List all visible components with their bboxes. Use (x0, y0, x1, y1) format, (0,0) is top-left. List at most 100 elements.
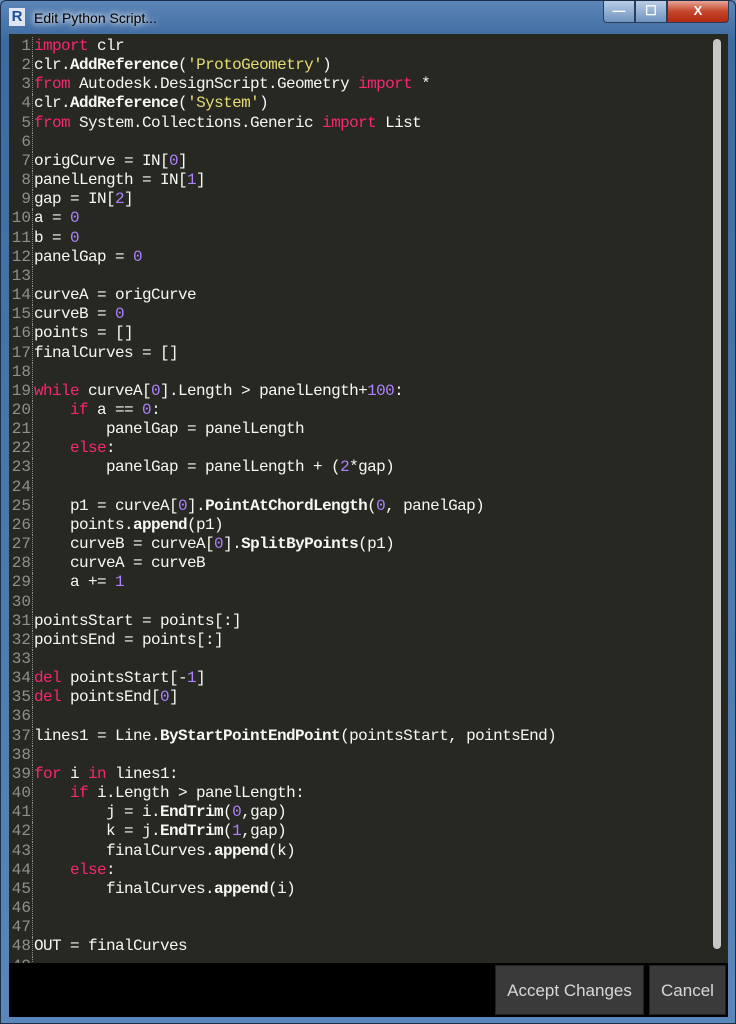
code-token: panelLength = IN[ (34, 171, 188, 190)
code-line[interactable]: 32 pointsEnd = points[:] (9, 630, 728, 650)
revit-app-icon: R (9, 8, 25, 26)
code-token: for (34, 764, 62, 783)
maximize-button[interactable]: ☐ (635, 1, 667, 23)
code-line[interactable]: 7 origCurve = IN[0] (9, 151, 728, 172)
code-token: Autodesk.DesignScript.Geometry (70, 75, 359, 94)
code-line[interactable]: 21 panelGap = panelLength (9, 420, 728, 440)
code-token: points = [] (34, 324, 134, 343)
code-line[interactable]: 11 b = 0 (9, 228, 728, 248)
code-token: while (34, 381, 80, 400)
code-token: in (88, 764, 107, 783)
code-token: points. (34, 515, 134, 534)
line-number: 31 (9, 611, 33, 631)
code-line[interactable]: 4 clr.AddReference('System') (9, 94, 728, 114)
code-line[interactable]: 26 points.append(p1) (9, 515, 728, 536)
code-line[interactable]: 6 (9, 132, 728, 152)
code-token: 1 (232, 822, 242, 841)
code-line[interactable]: 1 import clr (9, 37, 728, 57)
code-token: : (394, 381, 404, 400)
code-token: lines1 = Line. (34, 726, 161, 745)
code-line[interactable]: 43 finalCurves.append(k) (9, 841, 728, 861)
title-bar[interactable]: R Edit Python Script... — ☐ X (1, 1, 735, 33)
code-token: ] (178, 151, 188, 170)
code-token: AddReference (70, 56, 179, 75)
code-line[interactable]: 12 panelGap = 0 (9, 247, 728, 267)
code-line[interactable]: 8 panelLength = IN[1] (9, 171, 728, 191)
line-number: 13 (9, 266, 33, 287)
code-line[interactable]: 34 del pointsStart[-1] (9, 669, 728, 689)
code-line[interactable]: 19 while curveA[0].Length > panelLength+1… (9, 381, 728, 401)
code-token: ,gap) (241, 803, 287, 822)
code-line[interactable]: 24 (9, 477, 728, 497)
code-line[interactable]: 33 (9, 650, 728, 670)
code-text: del pointsEnd[0] (34, 688, 179, 707)
code-line[interactable]: 30 (9, 592, 728, 612)
line-number: 9 (9, 190, 33, 210)
code-token: curveB = curveA[ (34, 535, 215, 554)
code-line[interactable]: 3 from Autodesk.DesignScript.Geometry imp… (9, 75, 728, 95)
code-line[interactable]: 10 a = 0 (9, 209, 728, 229)
code-line[interactable]: 37 lines1 = Line.ByStartPointEndPoint(poi… (9, 726, 728, 746)
code-token: ] (196, 171, 206, 190)
code-text: finalCurves.append(i) (34, 880, 296, 899)
code-token: ) (322, 56, 332, 75)
code-text: else: (34, 439, 116, 458)
code-line[interactable]: 13 (9, 266, 728, 287)
minimize-button[interactable]: — (603, 1, 635, 23)
code-text: else: (34, 861, 116, 880)
code-line[interactable]: 17 finalCurves = [] (9, 343, 728, 363)
vertical-scrollbar[interactable] (713, 39, 721, 949)
code-line[interactable]: 35 del pointsEnd[0] (9, 688, 728, 708)
code-line[interactable]: 29 a += 1 (9, 573, 728, 593)
code-line[interactable]: 16 points = [] (9, 324, 728, 344)
code-token: append (214, 841, 269, 860)
code-line[interactable]: 20 if a == 0: (9, 400, 728, 421)
code-line[interactable]: 31 pointsStart = points[:] (9, 611, 728, 631)
code-token: if (70, 784, 89, 803)
code-line[interactable]: 39 for i in lines1: (9, 764, 728, 785)
code-line[interactable]: 41 j = i.EndTrim(0,gap) (9, 803, 728, 823)
code-text: j = i.EndTrim(0,gap) (34, 803, 287, 822)
code-token: a == (88, 400, 143, 419)
code-editor[interactable]: 1 import clr 2 clr.AddReference('ProtoGeome… (9, 34, 728, 963)
code-text: if i.Length > panelLength: (34, 784, 305, 803)
accept-changes-button[interactable]: Accept Changes (495, 965, 644, 1015)
code-token: (k) (268, 841, 296, 860)
code-line[interactable]: 28 curveA = curveB (9, 554, 728, 574)
code-token: AddReference (70, 94, 179, 113)
code-line[interactable]: 2 clr.AddReference('ProtoGeometry') (9, 56, 728, 76)
code-text: from System.Collections.Generic import L… (34, 114, 422, 133)
code-token: ( (178, 56, 188, 75)
code-line[interactable]: 23 panelGap = panelLength + (2*gap) (9, 458, 728, 478)
close-button[interactable]: X (667, 1, 729, 23)
code-line[interactable]: 38 (9, 745, 728, 765)
line-number: 7 (9, 151, 33, 172)
line-number: 44 (9, 860, 33, 880)
code-token: 1 (187, 669, 197, 688)
code-line[interactable]: 15 curveB = 0 (9, 305, 728, 325)
code-token: : (151, 400, 161, 419)
code-line[interactable]: 36 (9, 707, 728, 727)
code-line[interactable]: 46 (9, 899, 728, 919)
code-line[interactable]: 48 OUT = finalCurves (9, 937, 728, 957)
code-line[interactable]: 14 curveA = origCurve (9, 286, 728, 306)
code-line[interactable]: 22 else: (9, 439, 728, 459)
code-line[interactable]: 45 finalCurves.append(i) (9, 879, 728, 900)
code-line[interactable]: 9 gap = IN[2] (9, 190, 728, 210)
code-token: k = j. (34, 822, 161, 841)
code-line[interactable]: 42 k = j.EndTrim(1,gap) (9, 822, 728, 842)
code-line[interactable]: 47 (9, 918, 728, 938)
code-token: del (34, 669, 62, 688)
cancel-button[interactable]: Cancel (649, 965, 726, 1015)
code-line[interactable]: 27 curveB = curveA[0].SplitByPoints(p1) (9, 535, 728, 555)
code-line[interactable]: 25 p1 = curveA[0].PointAtChordLength(0, … (9, 496, 728, 516)
code-text: pointsStart = points[:] (34, 612, 242, 631)
code-text: for i in lines1: (34, 764, 179, 784)
code-line[interactable]: 5 from System.Collections.Generic import … (9, 113, 728, 133)
code-line[interactable]: 44 else: (9, 860, 728, 880)
code-line[interactable]: 18 (9, 362, 728, 382)
code-token: origCurve = IN[ (34, 151, 170, 170)
code-token: (pointsStart, pointsEnd) (340, 726, 557, 745)
code-line[interactable]: 40 if i.Length > panelLength: (9, 784, 728, 804)
